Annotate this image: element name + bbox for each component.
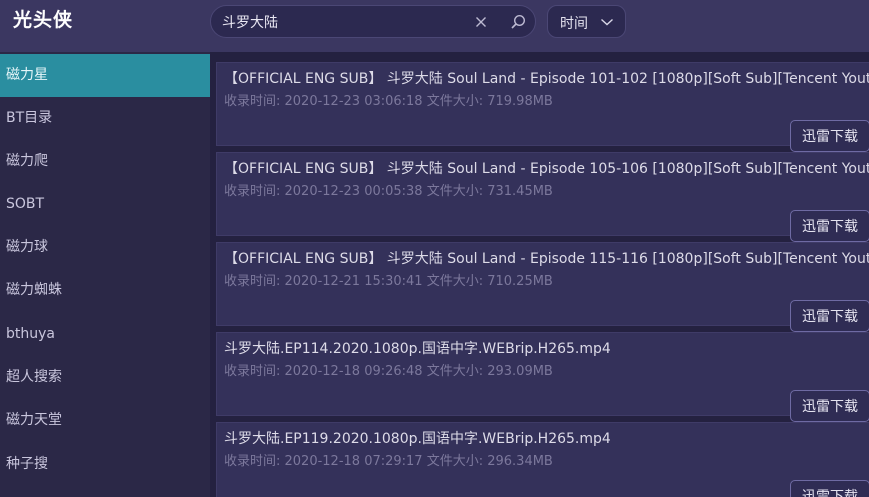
clear-icon[interactable] bbox=[473, 14, 489, 30]
result-title: 斗罗大陆.EP114.2020.1080p.国语中字.WEBrip.H265.m… bbox=[224, 341, 611, 357]
sidebar-item-bthuya[interactable]: bthuya bbox=[0, 313, 210, 356]
result-title: 【OFFICIAL ENG SUB】 斗罗大陆 Soul Land - Epis… bbox=[224, 71, 869, 87]
sidebar-item-chaoren[interactable]: 超人搜索 bbox=[0, 356, 210, 399]
app-window: 光头侠 时间 磁力星 BT目录 磁力爬 SOBT 磁力球 磁力蜘蛛 bthuya… bbox=[0, 0, 869, 497]
result-card: 【OFFICIAL ENG SUB】 斗罗大陆 Soul Land - Epis… bbox=[216, 62, 869, 152]
sidebar-item-cilixing[interactable]: 磁力星 bbox=[0, 54, 210, 97]
app-logo: 光头侠 bbox=[13, 9, 74, 31]
download-button[interactable]: 迅雷下载 bbox=[790, 390, 869, 422]
sidebar-item-cilizhizhu[interactable]: 磁力蜘蛛 bbox=[0, 269, 210, 312]
sidebar-item-ciliqiu[interactable]: 磁力球 bbox=[0, 226, 210, 269]
result-title: 【OFFICIAL ENG SUB】 斗罗大陆 Soul Land - Epis… bbox=[224, 161, 869, 177]
download-button[interactable]: 迅雷下载 bbox=[790, 300, 869, 332]
download-button[interactable]: 迅雷下载 bbox=[790, 210, 869, 242]
result-meta: 收录时间: 2020-12-23 03:06:18 文件大小: 719.98MB bbox=[224, 94, 553, 109]
result-card: 斗罗大陆.EP119.2020.1080p.国语中字.WEBrip.H265.m… bbox=[216, 422, 869, 497]
result-card: 【OFFICIAL ENG SUB】 斗罗大陆 Soul Land - Epis… bbox=[216, 242, 869, 332]
result-card: 斗罗大陆.EP114.2020.1080p.国语中字.WEBrip.H265.m… bbox=[216, 332, 869, 422]
results-list: 【OFFICIAL ENG SUB】 斗罗大陆 Soul Land - Epis… bbox=[210, 52, 869, 497]
search-box[interactable] bbox=[210, 5, 536, 38]
sidebar-item-cilitiantang[interactable]: 磁力天堂 bbox=[0, 399, 210, 442]
search-input[interactable] bbox=[222, 6, 462, 37]
result-title: 斗罗大陆.EP119.2020.1080p.国语中字.WEBrip.H265.m… bbox=[224, 431, 611, 447]
sort-label: 时间 bbox=[560, 16, 588, 32]
sidebar-item-zhongzisou[interactable]: 种子搜 bbox=[0, 443, 210, 486]
download-button[interactable]: 迅雷下载 bbox=[790, 480, 869, 497]
result-meta: 收录时间: 2020-12-21 15:30:41 文件大小: 710.25MB bbox=[224, 274, 553, 289]
source-sidebar: 磁力星 BT目录 磁力爬 SOBT 磁力球 磁力蜘蛛 bthuya 超人搜索 磁… bbox=[0, 52, 210, 497]
download-button[interactable]: 迅雷下载 bbox=[790, 120, 869, 152]
result-card: 【OFFICIAL ENG SUB】 斗罗大陆 Soul Land - Epis… bbox=[216, 152, 869, 242]
chevron-down-icon bbox=[601, 18, 613, 26]
result-title: 【OFFICIAL ENG SUB】 斗罗大陆 Soul Land - Epis… bbox=[224, 251, 869, 267]
sidebar-item-btmulu[interactable]: BT目录 bbox=[0, 97, 210, 140]
search-icon[interactable] bbox=[509, 13, 527, 31]
header-bar: 光头侠 时间 bbox=[0, 0, 869, 52]
sidebar-item-sobt[interactable]: SOBT bbox=[0, 183, 210, 226]
result-meta: 收录时间: 2020-12-18 09:26:48 文件大小: 293.09MB bbox=[224, 364, 553, 379]
sort-select[interactable]: 时间 bbox=[547, 5, 626, 38]
result-meta: 收录时间: 2020-12-18 07:29:17 文件大小: 296.34MB bbox=[224, 454, 553, 469]
result-meta: 收录时间: 2020-12-23 00:05:38 文件大小: 731.45MB bbox=[224, 184, 553, 199]
sidebar-item-cilipa[interactable]: 磁力爬 bbox=[0, 140, 210, 183]
